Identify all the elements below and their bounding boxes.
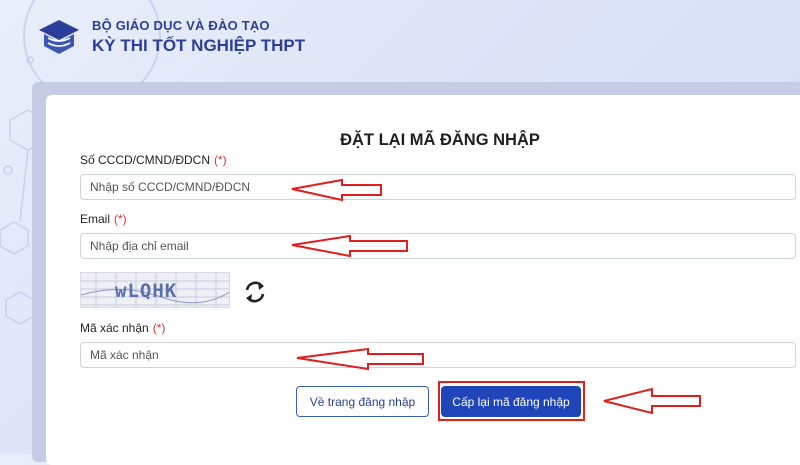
site-header: BỘ GIÁO DỤC VÀ ĐÀO TẠO KỲ THI TỐT NGHIỆP… [0, 0, 800, 80]
id-number-label-text: Số CCCD/CMND/ĐDCN [80, 153, 211, 167]
captcha-text: wLQHK [115, 280, 178, 302]
email-label: Email (*) [80, 212, 127, 226]
reset-code-button[interactable]: Cấp lại mã đăng nhập [441, 386, 581, 417]
verify-code-label: Mã xác nhận (*) [80, 321, 165, 335]
required-mark: (*) [114, 212, 127, 226]
exam-name: KỲ THI TỐT NGHIỆP THPT [92, 36, 306, 55]
verify-code-input[interactable] [80, 342, 796, 368]
verify-code-label-text: Mã xác nhận [80, 321, 149, 335]
refresh-icon[interactable] [241, 278, 269, 306]
page-title: ĐẶT LẠI MÃ ĐĂNG NHẬP [340, 131, 540, 149]
ministry-logo-icon [39, 20, 79, 54]
back-to-login-button[interactable]: Về trang đăng nhập [296, 386, 429, 417]
required-mark: (*) [214, 153, 227, 167]
org-name: BỘ GIÁO DỤC VÀ ĐÀO TẠO [92, 18, 270, 33]
required-mark: (*) [152, 321, 166, 335]
email-input[interactable] [80, 233, 796, 259]
id-number-label: Số CCCD/CMND/ĐDCN (*) [80, 153, 227, 167]
captcha-image: wLQHK [80, 272, 230, 308]
id-number-input[interactable] [80, 174, 796, 200]
email-label-text: Email [80, 212, 111, 226]
